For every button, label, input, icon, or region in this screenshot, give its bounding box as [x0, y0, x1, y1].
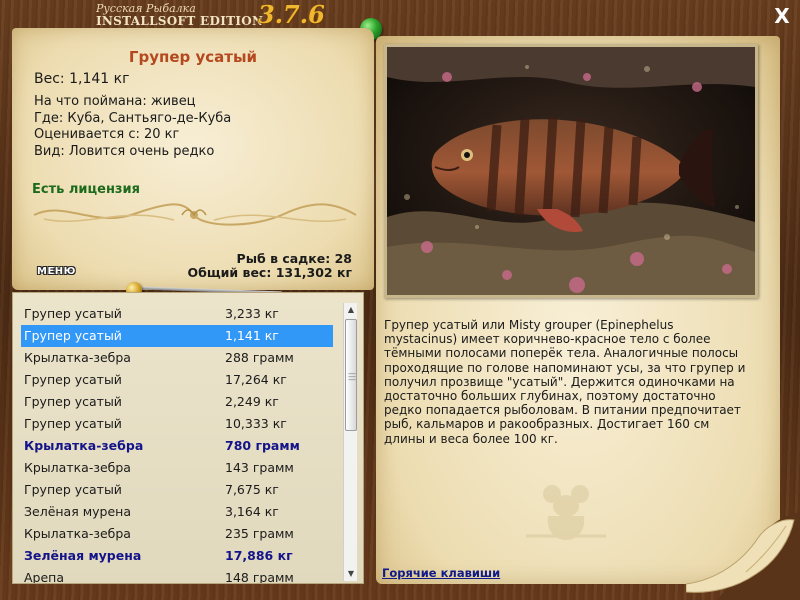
list-item[interactable]: Крылатка-зебра 143 грамм [21, 457, 333, 479]
list-item-name: Крылатка-зебра [24, 438, 144, 453]
list-item-weight: 1,141 кг [225, 328, 279, 343]
list-item[interactable]: Групер усатый 7,675 кг [21, 479, 333, 501]
list-item-weight: 10,333 кг [225, 416, 287, 431]
list-item-name: Групер усатый [24, 482, 122, 497]
keepnet-stats: Рыб в садке: 28 Общий вес: 131,302 кг [188, 252, 353, 280]
list-item-weight: 148 грамм [225, 570, 294, 584]
list-item[interactable]: Крылатка-зебра 780 грамм [21, 435, 333, 457]
list-item[interactable]: Групер усатый 2,249 кг [21, 391, 333, 413]
app-version: 3.7.6 [258, 0, 325, 29]
page-curl-icon [686, 512, 800, 600]
list-item-name: Зелёная мурена [24, 504, 131, 519]
scroll-down-icon[interactable]: ▼ [344, 567, 358, 581]
list-item-weight: 3,233 кг [225, 306, 279, 321]
fish-count: Рыб в садке: 28 [236, 251, 352, 266]
fish-description: Групер усатый или Misty grouper (Epineph… [384, 318, 746, 446]
list-item[interactable]: Зелёная мурена 3,164 кг [21, 501, 333, 523]
fish-photo-frame [384, 44, 758, 298]
list-item[interactable]: Зелёная мурена 17,886 кг [21, 545, 333, 567]
list-scrollbar[interactable]: ▲ — — — ▼ [343, 303, 357, 581]
fish-rarity: Вид: Ловится очень редко [34, 143, 215, 159]
scroll-up-icon[interactable]: ▲ [344, 303, 358, 317]
license-status: Есть лицензия [32, 182, 140, 197]
list-item-weight: 780 грамм [225, 438, 300, 453]
list-item[interactable]: Крылатка-зебра 235 грамм [21, 523, 333, 545]
fish-details: На что поймана: живец Где: Куба, Сантьяг… [34, 94, 231, 160]
close-button[interactable]: X [772, 6, 792, 26]
list-item-weight: 143 грамм [225, 460, 294, 475]
list-item-name: Крылатка-зебра [24, 350, 131, 365]
list-item-name: Крылатка-зебра [24, 460, 131, 475]
description-card: Групер усатый или Misty grouper (Epineph… [376, 36, 780, 584]
list-item[interactable]: Арепа 148 грамм [21, 567, 333, 584]
fish-title: Групер усатый [128, 48, 258, 66]
fish-location: Где: Куба, Сантьяго-де-Куба [34, 110, 232, 126]
list-item-name: Групер усатый [24, 306, 122, 321]
list-item-weight: 3,164 кг [225, 504, 279, 519]
list-item-weight: 7,675 кг [225, 482, 279, 497]
menu-button[interactable]: МЕНЮ [34, 266, 79, 277]
brand-edition: INSTALLSOFT EDITION [96, 14, 264, 28]
list-item-name: Групер усатый [24, 372, 122, 387]
catch-list[interactable]: Групер усатый 3,233 кг Групер усатый 1,141 … [21, 303, 333, 584]
list-item[interactable]: Групер усатый 1,141 кг [21, 325, 333, 347]
list-item-weight: 17,264 кг [225, 372, 287, 387]
grip-icon: — — — [348, 369, 356, 384]
list-item-weight: 235 грамм [225, 526, 294, 541]
list-item-name: Групер усатый [24, 416, 122, 431]
list-item-weight: 288 грамм [225, 350, 294, 365]
scroll-thumb[interactable]: — — — [345, 319, 357, 431]
mouse-silhouette-icon [526, 485, 606, 540]
catch-list-panel: Групер усатый 3,233 кг Групер усатый 1,141 … [12, 292, 364, 584]
fish-weight: Вес: 1,141 кг [34, 71, 130, 87]
list-item-name: Арепа [24, 570, 65, 584]
fish-photo [387, 47, 755, 295]
list-item-name: Крылатка-зебра [24, 526, 131, 541]
list-item[interactable]: Крылатка-зебра 288 грамм [21, 347, 333, 369]
list-item-name: Групер усатый [24, 328, 122, 343]
list-item[interactable]: Групер усатый 17,264 кг [21, 369, 333, 391]
ornament-icon [33, 203, 357, 226]
list-item-name: Групер усатый [24, 394, 122, 409]
list-item-weight: 2,249 кг [225, 394, 279, 409]
fish-info-card: Групер усатый Вес: 1,141 кг На что пойма… [12, 28, 374, 290]
list-item[interactable]: Групер усатый 3,233 кг [21, 303, 333, 325]
fish-bait: На что поймана: живец [34, 94, 196, 109]
list-item-name: Зелёная мурена [24, 548, 142, 563]
list-item-weight: 17,886 кг [225, 548, 293, 563]
list-item[interactable]: Групер усатый 10,333 кг [21, 413, 333, 435]
fish-valued-from: Оценивается с: 20 кг [34, 127, 180, 142]
total-weight: Общий вес: 131,302 кг [187, 265, 353, 280]
hotkeys-link[interactable]: Горячие клавиши [382, 566, 500, 580]
